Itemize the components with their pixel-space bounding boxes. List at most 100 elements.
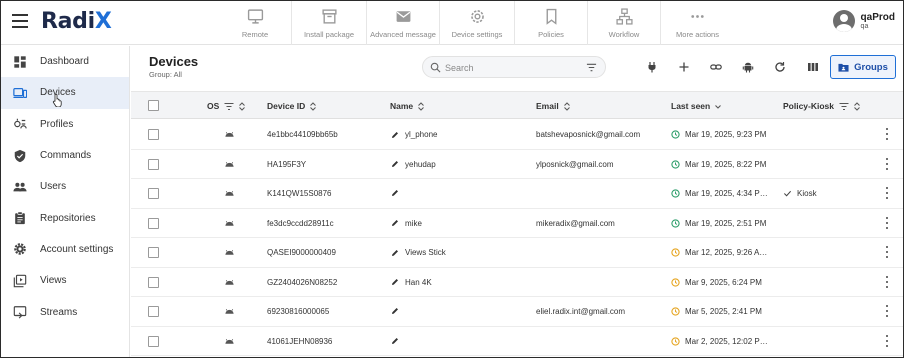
table-row[interactable]: K141QW15S0876 Mar 19, 2025, 4:34 P… Kiosk	[131, 179, 903, 209]
column-header-os[interactable]: OS	[207, 101, 246, 111]
last-seen-text: Mar 12, 2025, 9:26 A…	[685, 248, 768, 257]
edit-icon[interactable]	[391, 160, 399, 168]
last-seen-cell: Mar 2, 2025, 12:02 P…	[671, 337, 768, 346]
name-cell: yl_phone	[391, 130, 437, 139]
row-menu-icon[interactable]	[885, 128, 889, 141]
chevron-down-icon	[715, 104, 722, 109]
edit-icon[interactable]	[391, 189, 399, 197]
remote-action-button[interactable]: Remote	[219, 1, 292, 45]
more-actions-button[interactable]: More actions	[661, 1, 734, 45]
workflow-action-button[interactable]: Workflow	[588, 1, 661, 45]
device-settings-action-button[interactable]: Device settings	[440, 1, 515, 45]
row-menu-icon[interactable]	[885, 187, 889, 200]
add-button[interactable]	[675, 58, 693, 76]
table-row[interactable]: QASEI9000000409 Views Stick Mar 12, 2025, …	[131, 238, 903, 268]
envelope-icon	[396, 11, 410, 22]
sidebar-item-commands[interactable]: Commands	[1, 140, 129, 171]
hamburger-menu-icon[interactable]	[12, 14, 28, 28]
refresh-button[interactable]	[771, 58, 789, 76]
plug-button[interactable]	[643, 58, 661, 76]
edit-icon[interactable]	[391, 307, 399, 315]
app-logo[interactable]: RadiX	[41, 9, 112, 34]
last-seen-text: Mar 2, 2025, 12:02 P…	[685, 336, 768, 346]
row-menu-icon[interactable]	[885, 305, 889, 318]
row-checkbox[interactable]	[148, 129, 159, 140]
device-id-cell[interactable]: GZ2404026N08252	[267, 278, 337, 287]
device-id-cell[interactable]: QASEI9000000409	[267, 248, 336, 257]
row-menu-icon[interactable]	[885, 157, 889, 171]
clock-icon	[671, 336, 680, 346]
columns-button[interactable]	[804, 58, 822, 76]
device-id-cell[interactable]: fe3dc9ccdd28911c	[267, 219, 334, 228]
android-button[interactable]	[739, 58, 757, 76]
search-input[interactable]	[445, 60, 575, 75]
sidebar-item-devices[interactable]: Devices	[1, 77, 129, 109]
clock-icon	[671, 189, 680, 198]
sort-icon[interactable]	[238, 101, 246, 111]
sidebar-item-dashboard[interactable]: Dashboard	[1, 46, 129, 77]
package-icon	[321, 9, 337, 24]
column-header-name[interactable]: Name	[390, 101, 425, 111]
row-menu-icon[interactable]	[885, 246, 889, 259]
device-id-cell[interactable]: K141QW15S0876	[267, 189, 332, 198]
row-checkbox[interactable]	[148, 276, 159, 288]
row-checkbox[interactable]	[148, 335, 159, 347]
table-row[interactable]: GZ2404026N08252 Han 4K Mar 9, 2025, 6:24 P…	[131, 268, 903, 297]
sort-icon[interactable]	[853, 101, 861, 111]
devices-icon	[13, 87, 27, 98]
table-row[interactable]: 69230816000065 eliel.radix.int@gmail.com M…	[131, 297, 903, 327]
table-row[interactable]: 41061JEHN08936 Mar 2, 2025, 12:02 P…	[131, 327, 903, 356]
select-all-checkbox[interactable]	[148, 100, 159, 111]
sidebar-item-streams[interactable]: Streams	[1, 296, 129, 327]
columns-icon	[808, 63, 818, 71]
row-checkbox[interactable]	[148, 217, 159, 229]
row-checkbox[interactable]	[148, 188, 159, 199]
policies-action-button[interactable]: Policies	[515, 1, 588, 45]
link-button[interactable]	[707, 58, 725, 76]
row-checkbox[interactable]	[148, 158, 159, 170]
column-header-policy-kiosk[interactable]: Policy-Kiosk	[783, 101, 861, 111]
sort-icon	[563, 101, 570, 111]
filter-icon[interactable]	[586, 62, 597, 73]
last-seen-text: Mar 19, 2025, 4:34 P…	[685, 189, 768, 198]
sidebar-item-profiles[interactable]: Profiles	[1, 109, 129, 140]
edit-icon[interactable]	[391, 337, 399, 345]
user-menu[interactable]: qaProd qa	[832, 10, 895, 32]
device-id-cell[interactable]: HA195F3Y	[267, 160, 306, 169]
sidebar-item-label: Dashboard	[40, 56, 89, 68]
table-header: OS Device ID Name Email Last seen Policy…	[131, 91, 903, 119]
install-package-action-button[interactable]: Install package	[292, 1, 367, 45]
clipboard-icon	[15, 211, 25, 225]
device-id-cell[interactable]: 69230816000065	[267, 307, 329, 316]
filter-icon[interactable]	[839, 102, 849, 111]
advanced-message-action-button[interactable]: Advanced message	[367, 1, 440, 45]
table-row[interactable]: 4e1bbc44109bb65b yl_phone batshevaposnick@…	[131, 120, 903, 150]
plus-icon	[679, 62, 689, 72]
column-header-last-seen[interactable]: Last seen	[671, 101, 722, 111]
row-menu-icon[interactable]	[885, 216, 889, 230]
sidebar-item-account-settings[interactable]: Account settings	[1, 234, 129, 265]
row-checkbox[interactable]	[148, 306, 159, 317]
edit-icon[interactable]	[391, 249, 399, 257]
edit-icon[interactable]	[391, 219, 399, 227]
table-row[interactable]: HA195F3Y yehudap ylposnick@gmail.com Mar 19…	[131, 150, 903, 179]
android-icon	[225, 132, 234, 137]
sidebar-item-views[interactable]: Views	[1, 265, 129, 296]
sort-icon	[310, 101, 317, 111]
sidebar-item-users[interactable]: Users	[1, 171, 129, 202]
edit-icon[interactable]	[391, 131, 399, 139]
column-header-email[interactable]: Email	[536, 101, 571, 111]
edit-icon[interactable]	[391, 278, 399, 286]
name-cell: Han 4K	[391, 278, 432, 287]
groups-button[interactable]: Groups	[830, 55, 896, 79]
row-menu-icon[interactable]	[885, 275, 889, 289]
device-id-cell[interactable]: 41061JEHN08936	[267, 337, 332, 346]
sidebar-item-repositories[interactable]: Repositories	[1, 202, 129, 233]
filter-icon[interactable]	[224, 102, 234, 111]
sidebar-item-label: Streams	[40, 306, 78, 318]
row-checkbox[interactable]	[148, 247, 159, 258]
row-menu-icon[interactable]	[885, 334, 889, 348]
table-row[interactable]: fe3dc9ccdd28911c mike mikeradix@gmail.com M…	[131, 209, 903, 238]
column-header-device-id[interactable]: Device ID	[267, 101, 317, 111]
device-id-cell[interactable]: 4e1bbc44109bb65b	[267, 130, 338, 139]
